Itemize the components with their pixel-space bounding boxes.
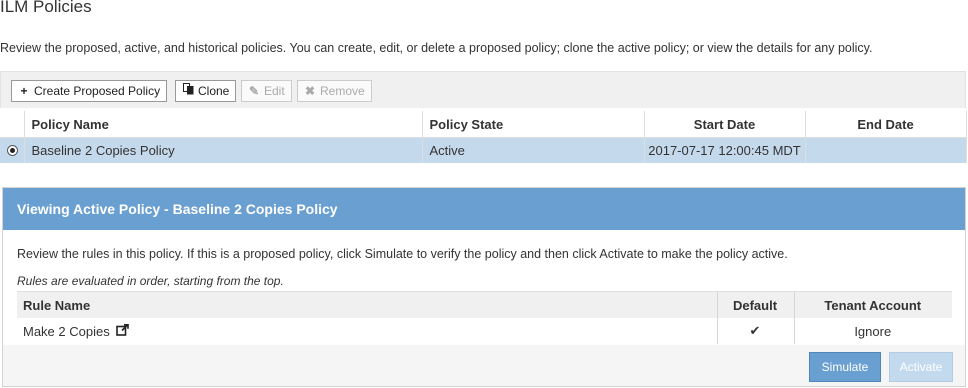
column-header-start-date: Start Date bbox=[644, 111, 806, 138]
policy-radio-button[interactable] bbox=[7, 145, 18, 156]
panel-description: Review the rules in this policy. If this… bbox=[17, 247, 788, 261]
copy-icon bbox=[181, 81, 195, 101]
policy-row[interactable]: Baseline 2 Copies Policy Active 2017-07-… bbox=[0, 137, 967, 163]
activate-button[interactable]: Activate bbox=[889, 352, 953, 382]
rule-row: Make 2 Copies ✔ Ignore bbox=[17, 318, 952, 344]
policies-table-header: Policy Name Policy State Start Date End … bbox=[0, 111, 967, 138]
column-header-policy-name: Policy Name bbox=[24, 111, 423, 138]
policy-name: Baseline 2 Copies Policy bbox=[24, 137, 423, 163]
panel-title: Viewing Active Policy - Baseline 2 Copie… bbox=[3, 188, 965, 230]
page-description: Review the proposed, active, and histori… bbox=[0, 41, 873, 55]
rule-name: Make 2 Copies bbox=[23, 323, 110, 339]
pencil-icon: ✎ bbox=[248, 84, 260, 98]
panel-body: Review the rules in this policy. If this… bbox=[3, 230, 965, 345]
column-header-rule-name: Rule Name bbox=[17, 291, 718, 318]
simulate-button[interactable]: Simulate bbox=[809, 352, 881, 382]
create-proposed-policy-button[interactable]: + Create Proposed Policy bbox=[11, 80, 168, 102]
column-header-policy-state: Policy State bbox=[422, 111, 645, 138]
rules-order-note: Rules are evaluated in order, starting f… bbox=[17, 274, 284, 288]
select-column-header bbox=[0, 111, 25, 138]
active-policy-panel: Viewing Active Policy - Baseline 2 Copie… bbox=[2, 187, 966, 387]
page-title: ILM Policies bbox=[0, 0, 92, 16]
policy-start-date: 2017-07-17 12:00:45 MDT bbox=[644, 137, 806, 163]
remove-button[interactable]: ✖ Remove bbox=[297, 80, 372, 102]
create-proposed-policy-label: Create Proposed Policy bbox=[34, 84, 161, 98]
rules-table-header: Rule Name Default Tenant Account bbox=[17, 291, 952, 318]
column-header-end-date: End Date bbox=[805, 111, 967, 138]
edit-label: Edit bbox=[264, 84, 285, 98]
policy-state: Active bbox=[422, 137, 645, 163]
clone-label: Clone bbox=[198, 84, 230, 98]
edit-button[interactable]: ✎ Edit bbox=[241, 80, 292, 102]
policies-table: Policy Name Policy State Start Date End … bbox=[0, 111, 967, 163]
policy-end-date bbox=[805, 137, 967, 163]
remove-label: Remove bbox=[320, 84, 365, 98]
policy-toolbar: + Create Proposed Policy Clone ✎ Edit ✖ Rem… bbox=[0, 71, 966, 108]
rules-table: Rule Name Default Tenant Account Make 2 … bbox=[17, 291, 952, 344]
rule-default-checkmark-icon: ✔ bbox=[717, 318, 795, 344]
column-header-default: Default bbox=[717, 291, 795, 318]
external-link-icon[interactable] bbox=[115, 323, 129, 339]
column-header-tenant-account: Tenant Account bbox=[794, 291, 952, 318]
clone-button[interactable]: Clone bbox=[175, 80, 237, 102]
plus-icon: + bbox=[20, 84, 28, 98]
policy-select-cell[interactable] bbox=[0, 137, 25, 163]
rule-tenant-account: Ignore bbox=[794, 318, 952, 344]
rule-name-cell: Make 2 Copies bbox=[17, 318, 718, 344]
x-icon: ✖ bbox=[304, 84, 316, 98]
